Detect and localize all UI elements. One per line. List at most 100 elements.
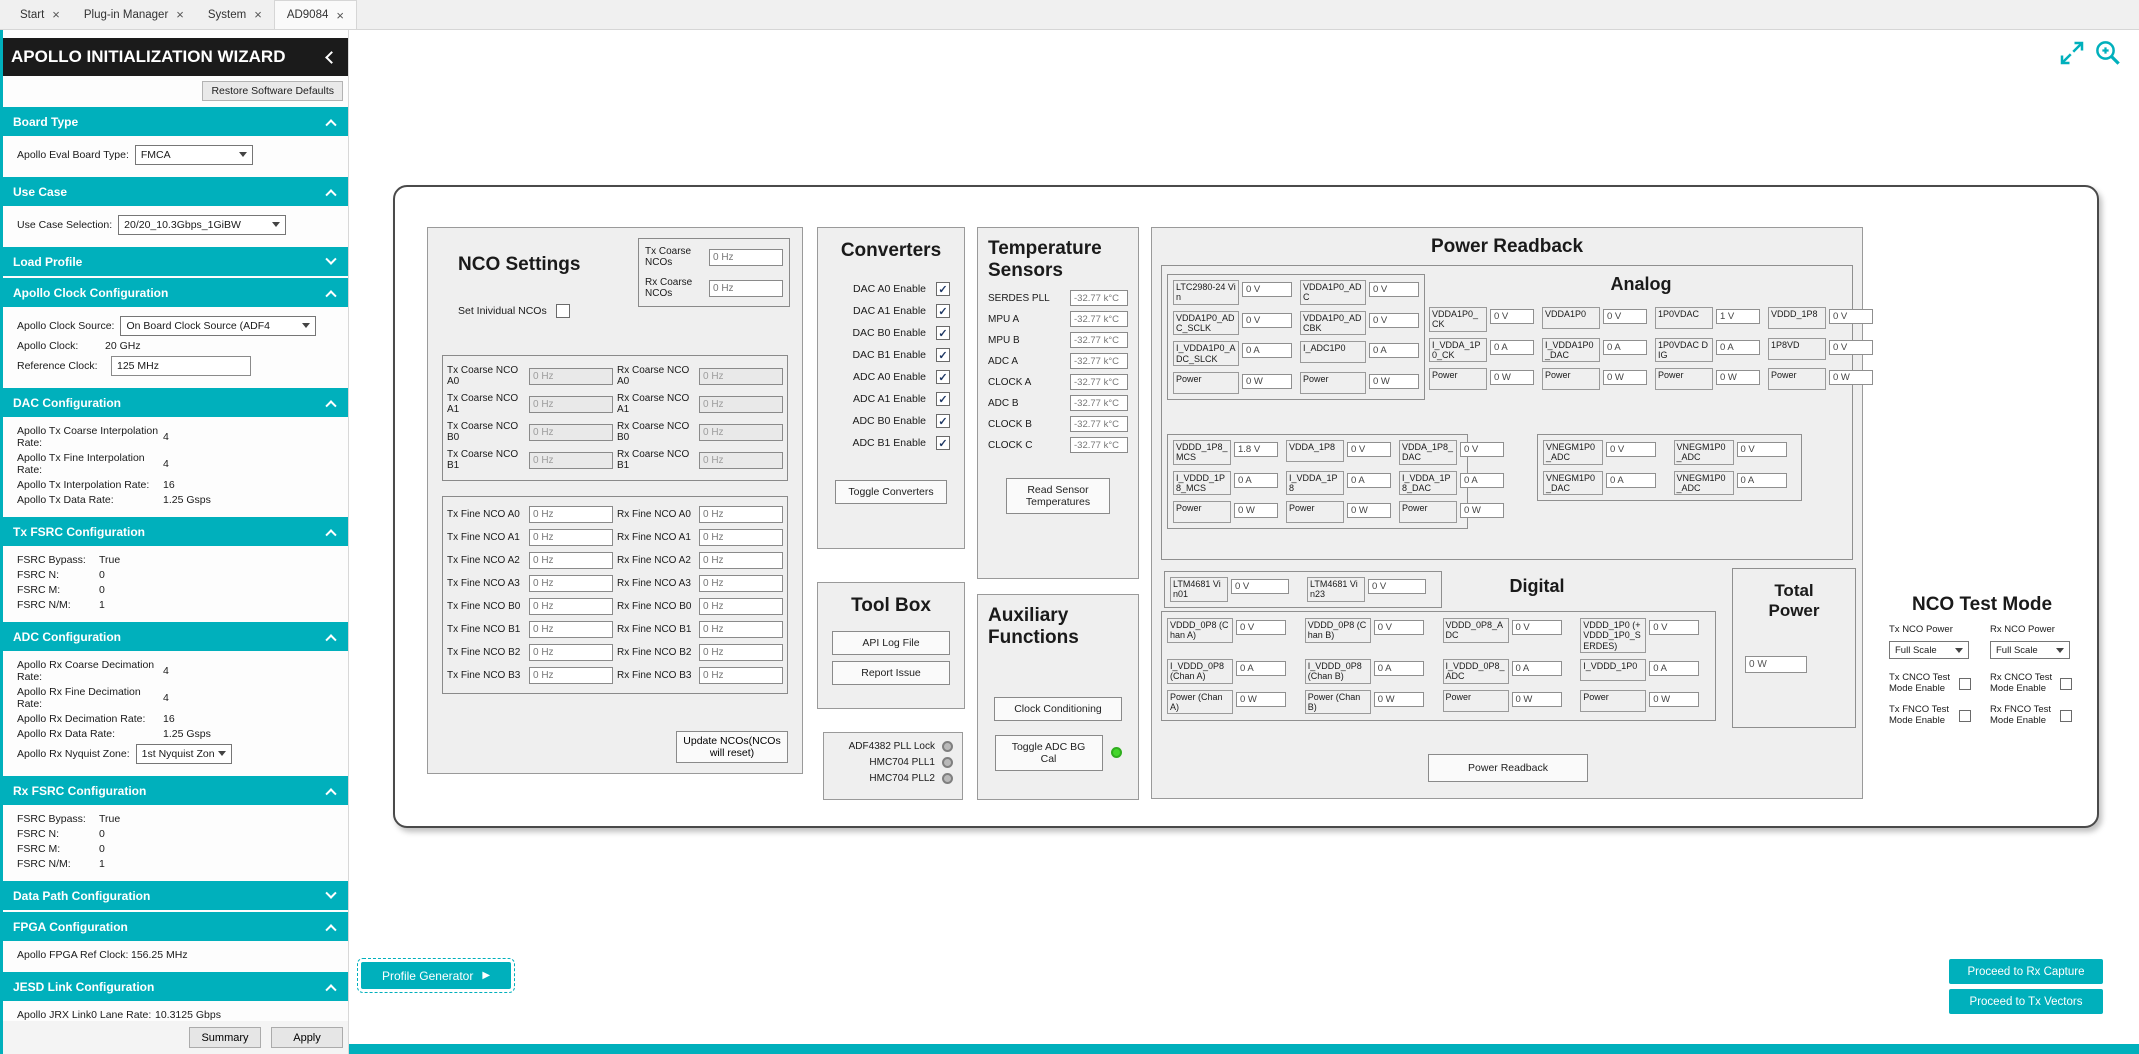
section-header-dac[interactable]: DAC Configuration <box>3 388 348 417</box>
read-sensor-temperatures-button[interactable]: Read Sensor Temperatures <box>1006 478 1110 514</box>
nco-rx-input[interactable]: 0 Hz <box>699 598 783 615</box>
nco-rx-input[interactable]: 0 Hz <box>699 396 783 413</box>
board-type-select[interactable]: FMCA <box>135 145 253 165</box>
nco-rx-input[interactable]: 0 Hz <box>699 368 783 385</box>
tab-ad9084[interactable]: AD9084 × <box>274 0 357 29</box>
close-icon[interactable]: × <box>176 8 184 21</box>
section-header-rx-fsrc[interactable]: Rx FSRC Configuration <box>3 776 348 805</box>
section-header-board-type[interactable]: Board Type <box>3 107 348 136</box>
section-header-apollo-clock[interactable]: Apollo Clock Configuration <box>3 278 348 307</box>
tx-nco-power-select[interactable]: Full Scale <box>1889 641 1969 659</box>
apply-button[interactable]: Apply <box>271 1027 343 1048</box>
nco-test-checkbox[interactable] <box>2060 710 2072 722</box>
clock-conditioning-button[interactable]: Clock Conditioning <box>994 697 1122 721</box>
power-cell: VDDD_1P8 0 V <box>1768 307 1873 332</box>
nco-tx-input[interactable]: 0 Hz <box>529 506 613 523</box>
converter-enable-checkbox[interactable]: ✓ <box>936 414 950 428</box>
restore-defaults-button[interactable]: Restore Software Defaults <box>202 81 343 101</box>
tool-box-panel: Tool Box API Log File Report Issue <box>817 582 965 709</box>
nco-tx-input[interactable]: 0 Hz <box>529 575 613 592</box>
nco-tx-input[interactable]: 0 Hz <box>529 368 613 385</box>
nco-rx-label: Rx Coarse NCO A1 <box>617 393 695 415</box>
power-rail-value: 0 W <box>1374 692 1424 707</box>
toggle-converters-button[interactable]: Toggle Converters <box>835 480 947 504</box>
converter-enable-checkbox[interactable]: ✓ <box>936 326 950 340</box>
zoom-icon[interactable] <box>2093 38 2123 68</box>
nco-tx-input[interactable]: 0 Hz <box>529 667 613 684</box>
close-icon[interactable]: × <box>254 8 262 21</box>
api-log-file-button[interactable]: API Log File <box>832 631 950 655</box>
power-rail-value: 0 V <box>1242 282 1292 297</box>
nco-rx-input[interactable]: 0 Hz <box>699 644 783 661</box>
nco-rx-input[interactable]: 0 Hz <box>699 667 783 684</box>
power-rail-value: 0 V <box>1369 313 1419 328</box>
converter-enable-checkbox[interactable]: ✓ <box>936 436 950 450</box>
close-icon[interactable]: × <box>52 8 60 21</box>
tab-plugin-manager[interactable]: Plug-in Manager × <box>72 0 196 29</box>
total-power-box: Total Power 0 W <box>1732 568 1856 728</box>
converter-enable-checkbox[interactable]: ✓ <box>936 348 950 362</box>
nco-tx-input[interactable]: 0 Hz <box>529 621 613 638</box>
nco-rx-input[interactable]: 0 Hz <box>699 575 783 592</box>
converter-enable-checkbox[interactable]: ✓ <box>936 370 950 384</box>
section-header-adc[interactable]: ADC Configuration <box>3 622 348 651</box>
nco-test-checkbox[interactable] <box>1959 678 1971 690</box>
converter-enable-checkbox[interactable]: ✓ <box>936 392 950 406</box>
proceed-tx-vectors-button[interactable]: Proceed to Tx Vectors <box>1949 989 2103 1014</box>
nco-rx-input[interactable]: 0 Hz <box>699 621 783 638</box>
section-header-load-profile[interactable]: Load Profile <box>3 247 348 276</box>
fullscreen-icon[interactable] <box>2057 38 2087 68</box>
power-rail-value: 0 V <box>1737 442 1787 457</box>
tab-start[interactable]: Start × <box>8 0 72 29</box>
proceed-rx-capture-button[interactable]: Proceed to Rx Capture <box>1949 959 2103 984</box>
nco-rx-input[interactable]: 0 Hz <box>699 552 783 569</box>
power-rail-value: 0 W <box>1460 503 1504 518</box>
section-header-tx-fsrc[interactable]: Tx FSRC Configuration <box>3 517 348 546</box>
converter-enable-checkbox[interactable]: ✓ <box>936 282 950 296</box>
converter-row: DAC A1 Enable ✓ <box>818 300 964 322</box>
update-ncos-button[interactable]: Update NCOs(NCOs will reset) <box>676 731 788 763</box>
section-header-use-case[interactable]: Use Case <box>3 177 348 206</box>
converter-enable-checkbox[interactable]: ✓ <box>936 304 950 318</box>
rx-nco-power-select[interactable]: Full Scale <box>1990 641 2070 659</box>
summary-button[interactable]: Summary <box>189 1027 261 1048</box>
power-rail-value: 0 W <box>1490 370 1534 385</box>
nco-test-checkbox[interactable] <box>1959 710 1971 722</box>
tx-coarse-ncos-input[interactable]: 0 Hz <box>709 249 783 266</box>
power-rail-value: 0 V <box>1374 620 1424 635</box>
nco-tx-input[interactable]: 0 Hz <box>529 598 613 615</box>
power-rail-label: LTM4681 Vin01 <box>1170 577 1228 602</box>
nco-tx-input[interactable]: 0 Hz <box>529 396 613 413</box>
power-rail-label: Power <box>1300 372 1366 394</box>
nco-rx-input[interactable]: 0 Hz <box>699 452 783 469</box>
set-individual-ncos-checkbox[interactable] <box>556 304 570 318</box>
nco-test-checkbox[interactable] <box>2060 678 2072 690</box>
section-header-fpga[interactable]: FPGA Configuration <box>3 912 348 941</box>
toggle-adc-bg-cal-button[interactable]: Toggle ADC BG Cal <box>995 735 1103 771</box>
clock-source-select[interactable]: On Board Clock Source (ADF4 <box>120 316 316 336</box>
section-header-data-path[interactable]: Data Path Configuration <box>3 881 348 910</box>
collapse-sidebar-icon[interactable] <box>325 51 338 64</box>
nco-tx-input[interactable]: 0 Hz <box>529 529 613 546</box>
nco-rx-input[interactable]: 0 Hz <box>699 529 783 546</box>
tab-system[interactable]: System × <box>196 0 274 29</box>
reference-clock-input[interactable]: 125 MHz <box>111 356 251 376</box>
nco-tx-input[interactable]: 0 Hz <box>529 552 613 569</box>
profile-generator-button[interactable]: Profile Generator ▶ <box>361 962 511 989</box>
nyquist-zone-select[interactable]: 1st Nyquist Zone <box>136 744 232 764</box>
nco-tx-input[interactable]: 0 Hz <box>529 424 613 441</box>
power-rail-label: VDDA1P0_ADC_SCLK <box>1173 311 1239 336</box>
report-issue-button[interactable]: Report Issue <box>832 661 950 685</box>
close-icon[interactable]: × <box>336 9 344 22</box>
ltc2980-group: LTC2980-24 Vin 0 V VDDA1P0_ADC 0 V VDDA1… <box>1167 274 1425 400</box>
use-case-select[interactable]: 20/20_10.3Gbps_1GiBW <box>118 215 286 235</box>
nco-tx-input[interactable]: 0 Hz <box>529 452 613 469</box>
nco-row: Tx Fine NCO A0 0 Hz Rx Fine NCO A0 0 Hz <box>447 503 783 526</box>
nco-tx-input[interactable]: 0 Hz <box>529 644 613 661</box>
nco-rx-input[interactable]: 0 Hz <box>699 424 783 441</box>
section-header-jesd[interactable]: JESD Link Configuration <box>3 972 348 1001</box>
nco-rx-input[interactable]: 0 Hz <box>699 506 783 523</box>
rx-coarse-ncos-input[interactable]: 0 Hz <box>709 280 783 297</box>
power-readback-button[interactable]: Power Readback <box>1428 754 1588 782</box>
pll-lock-led <box>942 773 953 784</box>
